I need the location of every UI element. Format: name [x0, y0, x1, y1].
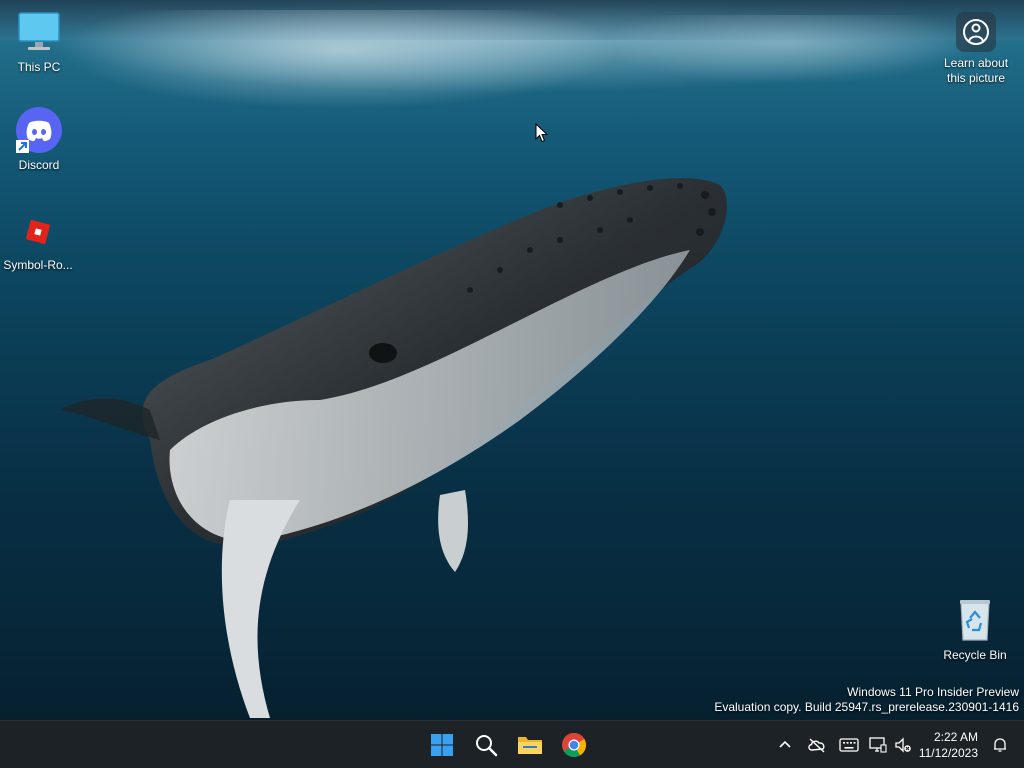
camera-globe-icon: [956, 12, 996, 52]
chevron-up-icon: [779, 740, 791, 748]
desktop-icon-label: Discord: [18, 158, 60, 172]
desktop-icon-discord[interactable]: Discord: [1, 106, 77, 172]
search-icon: [476, 735, 498, 757]
network-icon: [869, 737, 887, 753]
volume-button[interactable]: [891, 725, 915, 765]
show-hidden-icons-button[interactable]: [769, 725, 801, 765]
watermark-line2: Evaluation copy. Build 25947.rs_prerelea…: [714, 700, 1019, 714]
onedrive-button[interactable]: [801, 725, 833, 765]
taskbar-apps: [424, 721, 592, 769]
clock-time: 2:22 AM: [933, 730, 978, 744]
desktop-background: This PC Discord Symbol-Ro... Recycle Bin…: [0, 0, 1024, 720]
chrome-button[interactable]: [556, 725, 592, 765]
whale-wallpaper: [60, 178, 728, 718]
whale-eye: [369, 343, 397, 363]
whale-rear-fin: [438, 490, 468, 572]
desktop-icon-recycle-bin[interactable]: Recycle Bin: [937, 596, 1013, 662]
desktop-icon-label: Symbol-Ro...: [3, 258, 73, 272]
input-indicator-button[interactable]: [833, 725, 865, 765]
desktop-icon-this-pc[interactable]: This PC: [1, 8, 77, 74]
discord-icon: [15, 106, 63, 154]
keyboard-icon: [839, 738, 859, 752]
bell-icon: [994, 738, 1006, 752]
windows-watermark: Windows 11 Pro Insider Preview Evaluatio…: [714, 685, 1019, 715]
folder-icon: [518, 737, 542, 754]
notifications-button[interactable]: [986, 725, 1014, 765]
clock-date: 11/12/2023: [918, 746, 978, 760]
file-explorer-button[interactable]: [512, 725, 548, 765]
network-button[interactable]: [865, 725, 891, 765]
system-tray: 2:22 AM 11/12/2023: [769, 721, 1024, 769]
desktop-icon-label: Recycle Bin: [943, 648, 1007, 662]
recycle-bin-icon: [951, 596, 999, 644]
learn-label-line2: this picture: [946, 71, 1006, 85]
learn-label-line1: Learn about: [943, 56, 1009, 70]
taskbar: 2:22 AM 11/12/2023: [0, 720, 1024, 768]
monitor-icon: [15, 8, 63, 56]
desktop-icon-roblox[interactable]: Symbol-Ro...: [0, 206, 76, 272]
desktop-icon-label: This PC: [17, 60, 61, 74]
start-button[interactable]: [424, 725, 460, 765]
volume-muted-icon: [895, 737, 911, 753]
roblox-icon: [14, 206, 62, 254]
search-button[interactable]: [468, 725, 504, 765]
chrome-icon: [562, 732, 587, 758]
watermark-line1: Windows 11 Pro Insider Preview: [847, 685, 1019, 699]
windows-start-icon: [431, 734, 453, 756]
taskbar-clock[interactable]: 2:22 AM 11/12/2023: [915, 729, 986, 761]
mouse-cursor-icon: [535, 122, 549, 148]
learn-about-picture[interactable]: Learn about this picture: [936, 12, 1016, 86]
cloud-off-icon: [808, 738, 825, 753]
